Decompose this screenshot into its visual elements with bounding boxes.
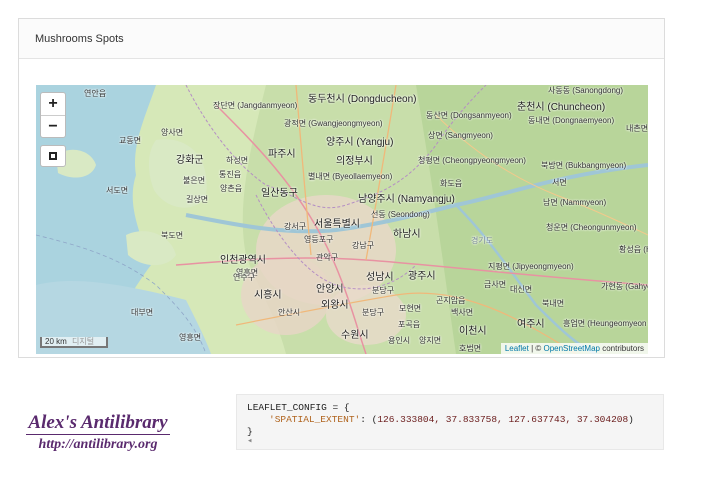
- map-label: 지평면 (Jipyeongmyeon): [488, 262, 574, 271]
- map-label: 외왕시: [321, 300, 349, 311]
- code-line-3: }: [247, 426, 253, 437]
- map-label: 동두천시 (Dongducheon): [308, 94, 417, 105]
- map-label: 남면 (Nammyeon): [543, 198, 607, 207]
- map-label: 사동동 (Sanongdong): [548, 86, 624, 95]
- map-label: 여주시: [517, 319, 545, 330]
- map-label: 강남구: [352, 241, 375, 250]
- card-title: Mushrooms Spots: [35, 32, 124, 45]
- map-label: 광주시: [408, 271, 436, 282]
- map-label: 황성읍 (Hoeng: [619, 245, 648, 254]
- map-label: 수원시: [341, 330, 369, 341]
- map-label: 관악구: [316, 253, 339, 262]
- code-values: 126.333804, 37.833758, 127.637743, 37.30…: [377, 414, 629, 425]
- map-label: 분당구: [372, 286, 395, 295]
- map-label: 의정부시: [336, 156, 373, 167]
- zoom-out-button[interactable]: −: [41, 115, 65, 137]
- attribution-contributors: contributors: [599, 344, 644, 353]
- code-key: 'SPATIAL_EXTENT': [269, 414, 361, 425]
- map-label: 북내면: [542, 299, 565, 308]
- site-logo[interactable]: Alex's Antilibrary http://antilibrary.or…: [18, 412, 178, 453]
- map-attribution: Leaflet | © OpenStreetMap contributors: [500, 343, 648, 354]
- code-colon: : (: [360, 414, 378, 425]
- code-close-paren: ): [628, 414, 634, 425]
- scale-extra: 디지털: [72, 337, 95, 346]
- map-label: 영등포구: [304, 235, 334, 244]
- code-line-1: LEAFLET_CONFIG = {: [247, 402, 350, 413]
- leaflet-link[interactable]: Leaflet: [505, 344, 529, 353]
- map-label: 양주시 (Yangju): [326, 137, 394, 148]
- map-label: 용인시: [388, 336, 411, 345]
- map-label: 모현면: [399, 304, 422, 313]
- map-label: 파주시: [268, 149, 296, 160]
- map-label: 불은면: [183, 176, 206, 185]
- map-label: 성남시: [366, 272, 394, 283]
- map-label: 경기도: [471, 236, 494, 245]
- map-label: 연수구: [233, 273, 256, 282]
- map-label: 광적면 (Gwangjeongmyeon): [284, 119, 383, 128]
- map-label: 춘천시 (Chuncheon): [517, 102, 606, 113]
- map-label: 서도면: [106, 186, 129, 195]
- map-label: 일산동구: [261, 188, 298, 199]
- map-label: 서면: [552, 178, 567, 187]
- zoom-control: + −: [40, 92, 66, 138]
- map-label: 흥업면 (Heungeomyeon: [563, 319, 647, 328]
- map-label: 이천시: [459, 326, 487, 337]
- map-label: 호법면: [459, 344, 482, 353]
- map-label: 화도읍: [440, 179, 463, 188]
- scroll-left-icon[interactable]: ◂: [247, 435, 252, 447]
- map-label: 청운면 (Cheongunmyeon): [546, 223, 637, 232]
- map-view[interactable]: 연안읍 장단면 (Jangdanmyeon) 동두천시 (Dongducheon…: [36, 85, 648, 354]
- map-label: 북방면 (Bukbangmyeon): [541, 161, 627, 170]
- map-label: 영흥면: [179, 333, 202, 342]
- logo-url: http://antilibrary.org: [38, 437, 158, 452]
- osm-link[interactable]: OpenStreetMap: [543, 344, 599, 353]
- scale-bar: 20 km 디지털: [40, 337, 108, 348]
- map-label: 곤지암읍: [436, 296, 466, 305]
- map-label: 강서구: [284, 222, 307, 231]
- map-label: 별내면 (Byeollaemyeon): [308, 172, 393, 181]
- map-label: 교동면: [119, 136, 142, 145]
- map-label: 내촌면: [626, 124, 648, 133]
- map-label: 금사면: [484, 280, 507, 289]
- map-label: 안양시: [316, 284, 344, 295]
- scale-label: 20 km: [45, 337, 67, 346]
- code-block: LEAFLET_CONFIG = { 'SPATIAL_EXTENT': (12…: [236, 394, 664, 450]
- map-label: 동내면 (Dongnaemyeon): [528, 116, 615, 125]
- map-label: 양촌읍: [220, 184, 243, 193]
- map-label: 양사면: [161, 128, 184, 137]
- map-label: 남양주시 (Namyangju): [358, 194, 455, 205]
- map-card: Mushrooms Spots 연안읍 장단면 (Jangdanmyeon) 동…: [18, 18, 665, 358]
- map-label: 분당구: [362, 308, 385, 317]
- map-label: 선동 (Seondong): [371, 210, 430, 219]
- map-label: 연안읍: [84, 89, 107, 98]
- map-label: 백사면: [451, 308, 474, 317]
- map-label: 길상면: [186, 195, 209, 204]
- map-label: 동산면 (Dongsanmyeon): [426, 111, 512, 120]
- map-label: 하성면: [226, 156, 249, 165]
- map-label: 하남시: [393, 229, 421, 240]
- map-label: 양지면: [419, 336, 442, 345]
- square-icon: [49, 152, 57, 160]
- map-label: 상면 (Sangmyeon): [428, 131, 493, 140]
- map-label: 서울특별시: [314, 219, 360, 230]
- fit-bounds-button[interactable]: [40, 145, 66, 167]
- attribution-sep: | ©: [528, 344, 544, 353]
- map-label: 대부면: [131, 308, 154, 317]
- map-label: 북도면: [161, 231, 184, 240]
- map-label: 인천광역시: [220, 255, 266, 266]
- map-label: 강화군: [176, 155, 204, 166]
- map-label: 포곡읍: [398, 320, 421, 329]
- map-label: 가현동 (Gahyeond: [601, 282, 648, 291]
- zoom-in-button[interactable]: +: [41, 93, 65, 115]
- map-label: 통진읍: [219, 170, 242, 179]
- map-label: 대신면: [510, 285, 533, 294]
- map-label: 시흥시: [254, 290, 282, 301]
- map-label: 안산시: [278, 308, 301, 317]
- map-label: 청평면 (Cheongpyeongmyeon): [418, 156, 526, 165]
- card-header: Mushrooms Spots: [19, 19, 664, 59]
- logo-title: Alex's Antilibrary: [26, 412, 170, 435]
- map-label: 장단면 (Jangdanmyeon): [213, 101, 298, 110]
- code-line-2: 'SPATIAL_EXTENT': (126.333804, 37.833758…: [247, 414, 653, 426]
